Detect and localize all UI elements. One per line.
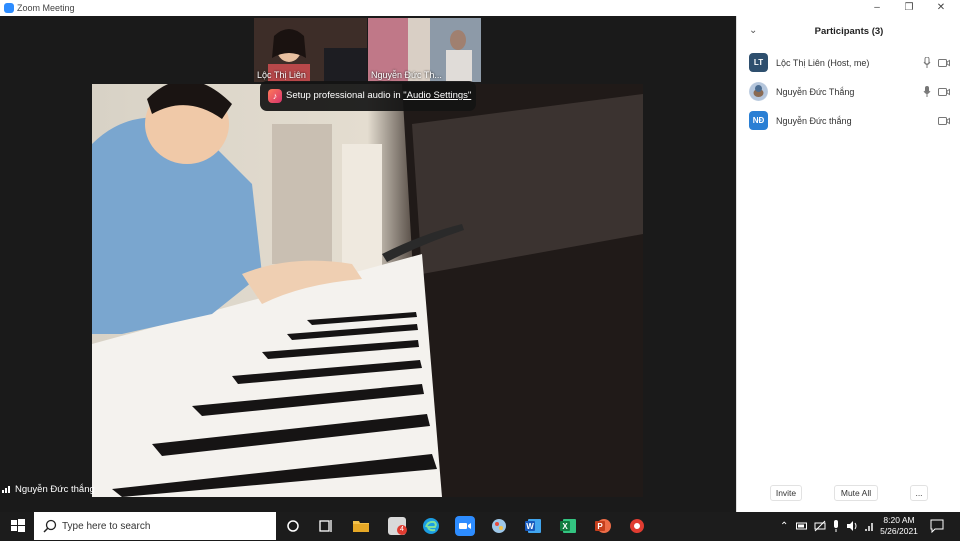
participant-row[interactable]: LT Lộc Thị Liên (Host, me) — [737, 50, 960, 76]
participants-title: Participants (3) — [814, 26, 884, 37]
signal-strength-icon — [2, 486, 10, 493]
meeting-area: Lộc Thị Liên Nguyễn Đức Th... ♪ Setup pr… — [0, 16, 736, 512]
participants-panel: ⌄ Participants (3) LT Lộc Thị Liên (Host… — [736, 16, 960, 512]
timeline-icon[interactable] — [317, 517, 335, 535]
audio-settings-toast[interactable]: ♪ Setup professional audio in "Audio Set… — [260, 81, 476, 111]
excel-icon[interactable]: X — [559, 517, 577, 535]
restore-button[interactable]: ❐ — [894, 1, 924, 15]
thumbnail-name-1: Lộc Thị Liên — [257, 70, 306, 80]
main-video[interactable] — [92, 84, 643, 497]
show-hidden-icons[interactable]: ⌃ — [780, 521, 788, 532]
close-button[interactable]: ✕ — [926, 1, 956, 15]
svg-text:P: P — [597, 522, 603, 531]
participant-name: Nguyễn Đức thắng — [776, 116, 852, 126]
task-view-icon[interactable] — [284, 517, 302, 535]
screen-recorder-icon[interactable] — [628, 517, 646, 535]
profile-picture-icon — [749, 82, 768, 101]
mail-icon[interactable]: 4 — [388, 517, 407, 535]
thumbnail-strip: Lộc Thị Liên Nguyễn Đức Th... — [0, 16, 736, 84]
search-icon — [43, 519, 57, 533]
avatar: LT — [749, 53, 768, 72]
camera-icon[interactable] — [938, 117, 950, 125]
edge-icon[interactable] — [422, 517, 440, 535]
zoom-logo-icon — [4, 3, 14, 13]
mute-all-button[interactable]: Mute All — [834, 485, 878, 501]
audio-settings-link[interactable]: "Audio Settings" — [403, 90, 471, 101]
microphone-icon[interactable] — [923, 57, 931, 68]
active-speaker-video — [92, 84, 643, 497]
music-note-icon: ♪ — [268, 89, 282, 103]
avatar — [749, 82, 768, 101]
paint-icon[interactable] — [490, 517, 508, 535]
window-title: Zoom Meeting — [17, 3, 75, 13]
notification-icon[interactable] — [930, 519, 944, 533]
participant-name: Nguyễn Đức Thắng — [776, 87, 855, 97]
invite-button[interactable]: Invite — [770, 485, 802, 501]
minimize-button[interactable]: – — [862, 1, 892, 15]
video-thumbnail-2[interactable]: Nguyễn Đức Th... — [368, 18, 481, 82]
system-clock[interactable]: 8:20 AM 5/26/2021 — [876, 515, 922, 537]
zoom-icon[interactable] — [455, 516, 475, 536]
video-thumbnail-1[interactable]: Lộc Thị Liên — [254, 18, 367, 82]
camera-icon[interactable] — [938, 88, 950, 96]
title-bar: Zoom Meeting – ❐ ✕ — [0, 0, 960, 16]
file-explorer-icon[interactable] — [352, 517, 370, 535]
svg-text:X: X — [562, 522, 568, 531]
clock-time: 8:20 AM — [883, 515, 915, 525]
zoom-camera-icon — [459, 523, 471, 529]
svg-text:W: W — [526, 522, 534, 531]
start-icon[interactable] — [9, 517, 27, 535]
active-speaker-label: Nguyễn Đức thắng — [2, 484, 95, 495]
more-options-button[interactable]: ... — [910, 485, 928, 501]
battery-icon[interactable] — [796, 521, 808, 531]
wifi-icon[interactable] — [864, 520, 876, 532]
volume-icon[interactable] — [846, 520, 859, 532]
active-speaker-name: Nguyễn Đức thắng — [15, 484, 95, 495]
camera-icon[interactable] — [938, 59, 950, 67]
search-box[interactable]: Type here to search — [34, 512, 276, 540]
taskbar: Type here to search 4 W X P ⌃ 8:20 AM 5/… — [0, 512, 960, 540]
mail-badge: 4 — [397, 525, 407, 535]
toast-text: Setup professional audio in — [286, 90, 404, 101]
clock-date: 5/26/2021 — [880, 526, 918, 536]
participant-name: Lộc Thị Liên (Host, me) — [776, 58, 870, 68]
word-icon[interactable]: W — [524, 517, 542, 535]
network-off-icon[interactable] — [814, 520, 826, 532]
microphone-icon[interactable] — [831, 520, 841, 532]
microphone-active-icon[interactable] — [923, 86, 931, 97]
participant-row[interactable]: Nguyễn Đức Thắng — [737, 79, 960, 105]
powerpoint-icon[interactable]: P — [594, 517, 612, 535]
search-placeholder: Type here to search — [62, 521, 151, 532]
thumbnail-name-2: Nguyễn Đức Th... — [371, 70, 442, 80]
participant-row[interactable]: NĐ Nguyễn Đức thắng — [737, 108, 960, 134]
avatar: NĐ — [749, 111, 768, 130]
